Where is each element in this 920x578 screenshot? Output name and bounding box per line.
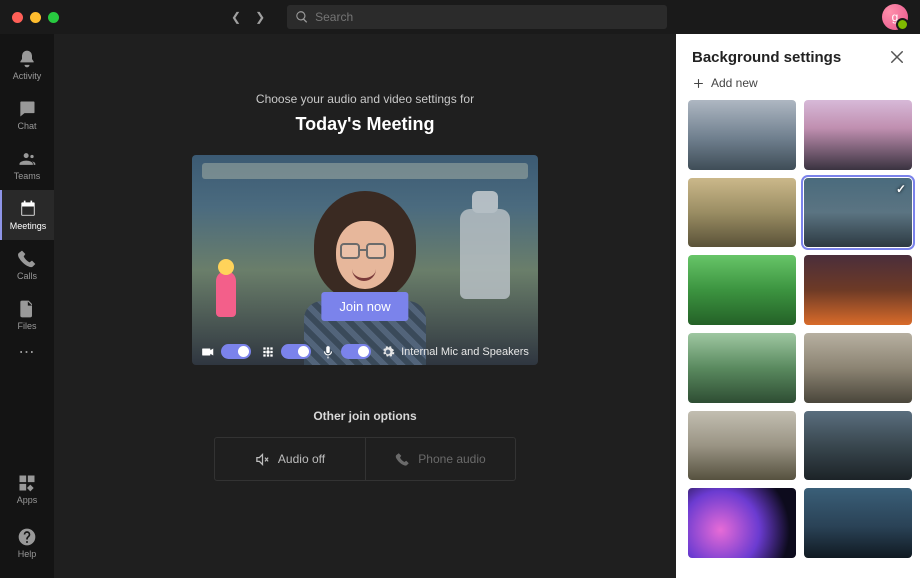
nav-forward-button[interactable]: ❯ [255,10,265,24]
sidebar-item-apps[interactable]: Apps [0,464,54,514]
camera-toggle-group [201,344,251,359]
sidebar-item-activity[interactable]: Activity [0,40,54,90]
sidebar-item-label: Activity [13,71,42,81]
background-grid [688,100,912,558]
chat-icon [17,99,37,119]
audio-off-label: Audio off [278,452,325,466]
video-preview: Join now Internal Mic and Speakers [192,155,538,365]
maximize-window-button[interactable] [48,12,59,23]
background-tile-scifi[interactable] [804,178,912,248]
sidebar-item-meetings[interactable]: Meetings [0,190,54,240]
background-effects-icon [261,345,275,359]
background-tile-city[interactable] [688,411,796,481]
app-rail: Activity Chat Teams Meetings Calls Files… [0,34,54,578]
preview-person [280,185,450,365]
sidebar-item-label: Calls [17,271,37,281]
nav-back-button[interactable]: ❮ [231,10,241,24]
background-tile-nebula[interactable] [688,488,796,558]
history-nav: ❮ ❯ [231,10,265,24]
sidebar-item-label: Teams [14,171,41,181]
add-new-background-button[interactable]: Add new [676,72,920,100]
sidebar-item-label: Help [18,549,37,559]
audio-off-button[interactable]: Audio off [215,438,365,480]
mic-icon [321,345,335,359]
background-tile-ruins[interactable] [804,333,912,403]
phone-audio-button[interactable]: Phone audio [365,438,515,480]
mic-toggle[interactable] [341,344,371,359]
minimize-window-button[interactable] [30,12,41,23]
meeting-prejoin: Choose your audio and video settings for… [54,34,676,578]
panel-title: Background settings [692,49,888,66]
speaker-off-icon [255,452,270,467]
phone-audio-label: Phone audio [418,452,485,466]
sidebar-item-label: Meetings [10,221,47,231]
other-join-options-label: Other join options [313,409,416,423]
background-tile-bridge[interactable] [688,100,796,170]
meeting-title: Today's Meeting [296,114,435,135]
window-titlebar: ❮ ❯ g [0,0,920,34]
background-tile-halo[interactable] [804,411,912,481]
background-settings-panel: Background settings Add new [676,34,920,578]
sidebar-item-chat[interactable]: Chat [0,90,54,140]
close-icon[interactable] [888,48,906,66]
avatar-initial: g [892,10,899,24]
sidebar-item-calls[interactable]: Calls [0,240,54,290]
plus-icon [692,77,705,90]
close-window-button[interactable] [12,12,23,23]
phone-icon [17,249,37,269]
profile-avatar[interactable]: g [882,4,908,30]
background-toggle[interactable] [281,344,311,359]
prejoin-subtitle: Choose your audio and video settings for [256,92,474,106]
sidebar-item-teams[interactable]: Teams [0,140,54,190]
teams-icon [17,149,37,169]
background-tile-classroom[interactable] [688,178,796,248]
audio-device-selector[interactable]: Internal Mic and Speakers [381,345,529,359]
sidebar-item-label: Apps [17,495,38,505]
background-tile-valley[interactable] [688,333,796,403]
background-grid-scroll[interactable] [676,100,920,578]
other-join-options: Audio off Phone audio [214,437,516,481]
join-now-button[interactable]: Join now [321,292,408,321]
file-icon [17,299,37,319]
apps-icon [17,473,37,493]
search-bar[interactable] [287,5,667,29]
background-tile-mountain[interactable] [804,100,912,170]
search-input[interactable] [315,10,659,24]
prejoin-controls: Internal Mic and Speakers [192,344,538,359]
sidebar-item-label: Chat [17,121,36,131]
sidebar-item-label: Files [17,321,36,331]
calendar-icon [18,199,38,219]
sidebar-item-files[interactable]: Files [0,290,54,340]
audio-device-label: Internal Mic and Speakers [401,346,529,358]
background-toggle-group [261,344,311,359]
bell-icon [17,49,37,69]
search-icon [295,10,309,24]
camera-toggle[interactable] [221,344,251,359]
gear-icon [381,345,395,359]
sidebar-more-button[interactable]: ⋯ [19,342,36,362]
background-tile-satellite[interactable] [804,488,912,558]
help-icon [17,527,37,547]
phone-audio-icon [395,452,410,467]
window-controls [12,12,59,23]
background-tile-lava[interactable] [804,255,912,325]
camera-icon [201,345,215,359]
add-new-label: Add new [711,76,758,90]
sidebar-item-help[interactable]: Help [0,518,54,568]
mic-toggle-group [321,344,371,359]
background-tile-blocks[interactable] [688,255,796,325]
panel-header: Background settings [676,34,920,72]
